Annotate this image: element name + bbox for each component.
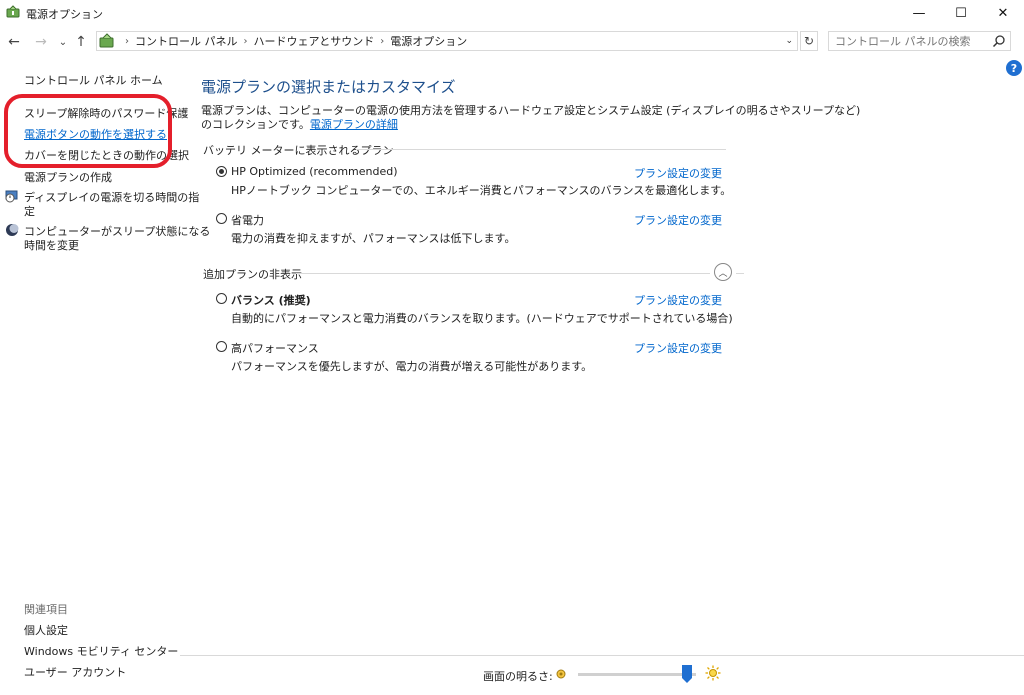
radio-selected-dot [219, 169, 224, 174]
related-link-user-accounts[interactable]: ユーザー アカウント [24, 664, 126, 680]
sidebar-item-display-off-line2[interactable]: 定 [24, 203, 35, 219]
change-plan-settings-link-saver[interactable]: プラン設定の変更 [634, 212, 722, 228]
collapse-chevron-up-icon[interactable]: ︿ [714, 263, 732, 281]
radio-hp-optimized[interactable] [216, 166, 227, 177]
dim-sun-icon [556, 669, 566, 679]
search-icon[interactable] [992, 34, 1006, 48]
related-heading: 関連項目 [24, 603, 68, 616]
brightness-label: 画面の明るさ: [483, 670, 553, 683]
description-prefix: のコレクションです。 [201, 118, 310, 131]
help-icon[interactable]: ? [1006, 60, 1022, 76]
change-plan-settings-link-hp[interactable]: プラン設定の変更 [634, 165, 722, 181]
plan-desc-balanced: 自動的にパフォーマンスと電力消費のバランスを取ります。(ハードウェアでサポートさ… [231, 312, 733, 325]
bright-sun-icon [705, 665, 721, 681]
back-button[interactable]: ← [5, 33, 23, 51]
bottom-divider [180, 655, 1024, 656]
plan-name-power-saver[interactable]: 省電力 [231, 212, 264, 228]
address-bar[interactable]: › コントロール パネル › ハードウェアとサウンド › 電源オプション ⌄ [96, 31, 798, 51]
forward-button[interactable]: → [32, 33, 50, 51]
sidebar-home-link[interactable]: コントロール パネル ホーム [24, 72, 163, 88]
sidebar-item-create-plan[interactable]: 電源プランの作成 [24, 169, 112, 185]
recent-locations-button[interactable]: ⌄ [54, 33, 72, 51]
section-divider [736, 273, 744, 274]
related-link-mobility-center[interactable]: Windows モビリティ センター [24, 643, 178, 659]
display-timer-icon [5, 190, 18, 203]
minimize-button[interactable]: — [896, 0, 942, 26]
highlight-annotation [4, 94, 172, 168]
brightness-slider-track[interactable] [578, 673, 696, 676]
plan-name-balanced[interactable]: バランス (推奨) [231, 292, 311, 308]
change-plan-settings-link-high[interactable]: プラン設定の変更 [634, 340, 722, 356]
search-input[interactable] [828, 31, 1011, 51]
radio-power-saver[interactable] [216, 213, 227, 224]
radio-balanced[interactable] [216, 293, 227, 304]
plan-name-hp-optimized[interactable]: HP Optimized (recommended) [231, 165, 398, 178]
control-panel-icon [99, 33, 114, 48]
window-title: 電源オプション [26, 8, 103, 21]
title-bar [0, 0, 1024, 26]
battery-section-heading: バッテリ メーターに表示されるプラン [203, 144, 394, 157]
maximize-button[interactable]: ☐ [938, 0, 984, 26]
breadcrumb-power-options[interactable]: 電源オプション [390, 33, 467, 49]
radio-high-performance[interactable] [216, 341, 227, 352]
hidden-plans-heading: 追加プランの非表示 [203, 268, 302, 281]
breadcrumb-control-panel[interactable]: コントロール パネル [135, 33, 238, 49]
change-plan-settings-link-balanced[interactable]: プラン設定の変更 [634, 292, 722, 308]
breadcrumb-separator: › [125, 35, 129, 47]
refresh-button[interactable]: ↻ [800, 31, 818, 51]
breadcrumb-hardware-sound[interactable]: ハードウェアとサウンド [254, 33, 375, 49]
section-divider [356, 149, 726, 150]
breadcrumb-separator: › [243, 35, 248, 47]
sidebar-item-sleep-line2[interactable]: 時間を変更 [24, 237, 79, 253]
sidebar-item-display-off-line1[interactable]: ディスプレイの電源を切る時間の指 [24, 189, 199, 205]
power-plan-details-link[interactable]: 電源プランの詳細 [310, 118, 398, 131]
power-options-icon [6, 5, 20, 18]
brightness-slider-thumb[interactable] [681, 665, 692, 683]
plan-desc-high-performance: パフォーマンスを優先しますが、電力の消費が増える可能性があります。 [231, 360, 593, 373]
address-dropdown-icon[interactable]: ⌄ [785, 36, 793, 46]
sleep-moon-icon [6, 224, 19, 236]
plan-desc-power-saver: 電力の消費を抑えますが、パフォーマンスは低下します。 [231, 232, 516, 245]
up-button[interactable]: ↑ [72, 33, 90, 51]
breadcrumb-separator: › [380, 35, 385, 47]
related-link-personalize[interactable]: 個人設定 [24, 622, 68, 638]
plan-name-high-performance[interactable]: 高パフォーマンス [231, 340, 319, 356]
plan-desc-hp-optimized: HPノートブック コンピューターでの、エネルギー消費とパフォーマンスのバランスを… [231, 184, 732, 197]
page-title: 電源プランの選択またはカスタマイズ [201, 78, 456, 96]
description-line2: のコレクションです。電源プランの詳細 [201, 116, 398, 132]
section-divider [296, 273, 710, 274]
close-button[interactable]: ✕ [980, 0, 1024, 26]
